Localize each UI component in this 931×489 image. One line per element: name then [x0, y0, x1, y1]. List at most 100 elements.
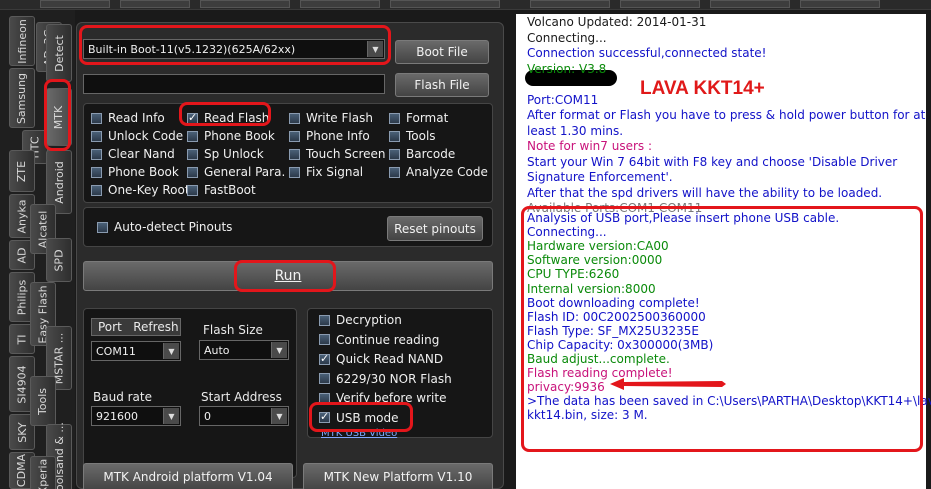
option-label: Unlock Code — [108, 129, 184, 143]
option-checkbox[interactable]: Clear Nand — [91, 147, 175, 161]
tab-infineon[interactable]: Infineon — [9, 16, 35, 66]
boot-file-button[interactable]: Boot File — [395, 40, 489, 64]
tab-xperia[interactable]: Xperia — [30, 456, 56, 489]
toolbar-button[interactable] — [530, 0, 610, 8]
log-line: least 1.30 mins. — [527, 123, 624, 138]
read-option-checkbox[interactable]: 6229/30 NOR Flash — [319, 372, 452, 386]
mtk-usb-video-link[interactable]: MTK USB Video — [321, 428, 397, 439]
checkbox-icon — [187, 184, 198, 196]
tab-zte[interactable]: ZTE — [9, 150, 35, 192]
log-line: Note for win7 users : — [527, 139, 653, 153]
boot-select[interactable]: Built-in Boot-11(v5.1232)(625A/62xx) ▼ — [83, 39, 385, 59]
tab-samsung[interactable]: Samsung — [9, 68, 35, 128]
baud-rate-select[interactable]: 921600 ▼ — [91, 406, 181, 426]
toolbar-button[interactable] — [800, 0, 880, 8]
option-label: Tools — [406, 129, 436, 143]
option-label: Analyze Code — [406, 165, 488, 179]
read-option-checkbox[interactable]: Verify before write — [319, 391, 446, 405]
device-annotation: LAVA KKT14+ — [640, 78, 765, 99]
toolbar-button[interactable] — [300, 0, 380, 8]
read-option-label: 6229/30 NOR Flash — [336, 371, 452, 386]
flash-size-select[interactable]: Auto ▼ — [199, 340, 289, 360]
read-option-checkbox[interactable]: USB mode — [319, 410, 399, 425]
option-label: Fix Signal — [306, 165, 364, 179]
tab-detect[interactable]: Detect — [46, 24, 72, 82]
option-checkbox[interactable]: FastBoot — [187, 183, 256, 197]
mtk-new-platform-button[interactable]: MTK New Platform V1.10 — [303, 463, 493, 489]
log-line: Signature Enforcement'. — [527, 170, 673, 184]
read-option-label: USB mode — [336, 410, 399, 425]
log-line: Connecting... — [527, 225, 607, 240]
toolbar-button[interactable] — [390, 0, 500, 8]
option-checkbox[interactable]: Analyze Code — [389, 165, 488, 179]
toolbar-button[interactable] — [710, 0, 790, 8]
log-line: Version: V3.8 — [527, 61, 607, 76]
tab-spd[interactable]: SPD — [46, 238, 72, 282]
option-checkbox[interactable]: Phone Book — [91, 165, 179, 179]
run-button[interactable]: Run — [83, 261, 493, 291]
option-checkbox[interactable]: Read Info — [91, 111, 165, 125]
mtk-android-platform-button[interactable]: MTK Android platform V1.04 — [83, 463, 293, 489]
option-checkbox[interactable]: Format — [389, 111, 448, 125]
checkbox-icon — [187, 130, 198, 142]
chevron-down-icon[interactable]: ▼ — [163, 343, 179, 359]
log-line: Connection successful,connected state! — [527, 46, 767, 60]
option-label: One-Key Root — [108, 183, 190, 197]
log-line: kkt14.bin, size: 3 M. — [527, 408, 648, 423]
toolbar-button[interactable] — [200, 0, 290, 8]
option-checkbox[interactable]: Touch Screen — [289, 147, 386, 161]
log-line: Start your Win 7 64bit with F8 key and c… — [527, 154, 898, 169]
start-address-select[interactable]: 0 ▼ — [199, 406, 289, 426]
checkbox-icon — [91, 130, 102, 142]
flash-file-path[interactable] — [83, 74, 385, 94]
option-checkbox[interactable]: General Para. — [187, 165, 285, 179]
chevron-down-icon[interactable]: ▼ — [163, 408, 179, 424]
option-checkbox[interactable]: Fix Signal — [289, 165, 363, 179]
option-checkbox[interactable]: Unlock Code — [91, 129, 183, 143]
read-option-checkbox[interactable]: Continue reading — [319, 333, 439, 347]
option-checkbox[interactable]: Sp Unlock — [187, 147, 264, 161]
tab-mtk[interactable]: MTK — [46, 88, 72, 146]
checkbox-icon — [389, 130, 400, 142]
toolbar-button[interactable] — [620, 0, 700, 8]
log-line: Volcano Updated: 2014-01-31 — [527, 15, 707, 29]
flash-file-button[interactable]: Flash File — [395, 73, 489, 97]
toolbar-button[interactable] — [120, 0, 190, 8]
option-label: Read Info — [108, 111, 165, 125]
tab-tools[interactable]: Tools — [30, 376, 56, 426]
chevron-down-icon[interactable]: ▼ — [367, 41, 383, 57]
option-checkbox[interactable]: Phone Book — [187, 129, 275, 143]
option-label: FastBoot — [204, 183, 256, 197]
checkbox-icon — [289, 130, 300, 142]
log-line: Chip Capacity: 0x300000(3MB) — [527, 337, 714, 352]
read-option-label: Verify before write — [336, 391, 447, 405]
checkbox-icon — [91, 148, 102, 160]
checkbox-icon — [289, 166, 300, 178]
option-checkbox[interactable]: Phone Info — [289, 129, 370, 143]
chevron-down-icon[interactable]: ▼ — [271, 408, 287, 424]
checkbox-icon — [289, 148, 300, 160]
top-toolbar-strip — [0, 0, 931, 10]
mtk-panel: Built-in Boot-11(v5.1232)(625A/62xx) ▼ B… — [76, 22, 504, 489]
reset-pinouts-button[interactable]: Reset pinouts — [387, 216, 483, 241]
toolbar-button[interactable] — [40, 0, 110, 8]
read-option-checkbox[interactable]: Quick Read NAND — [319, 352, 443, 366]
port-select[interactable]: COM11 ▼ — [91, 341, 181, 361]
option-checkbox[interactable]: Write Flash — [289, 111, 373, 125]
option-checkbox[interactable]: Barcode — [389, 147, 455, 161]
chevron-down-icon[interactable]: ▼ — [271, 342, 287, 358]
checkbox-icon — [91, 184, 102, 196]
read-option-checkbox[interactable]: Decryption — [319, 313, 402, 327]
checkbox-icon — [187, 166, 198, 178]
option-checkbox[interactable]: Read Flash — [187, 111, 269, 125]
checkbox-icon — [289, 112, 300, 124]
option-checkbox[interactable]: Tools — [389, 129, 436, 143]
option-checkbox[interactable]: One-Key Root — [91, 183, 190, 197]
read-option-label: Decryption — [336, 313, 402, 327]
checkbox-icon — [97, 221, 108, 233]
checkbox-checked-icon — [319, 352, 330, 365]
auto-detect-pinouts-checkbox[interactable]: Auto-detect Pinouts — [97, 220, 232, 234]
log-line: CPU TYPE:6260 — [527, 267, 620, 282]
log-line: Flash ID: 00C2002500360000 — [527, 309, 706, 324]
option-label: Write Flash — [306, 111, 373, 125]
